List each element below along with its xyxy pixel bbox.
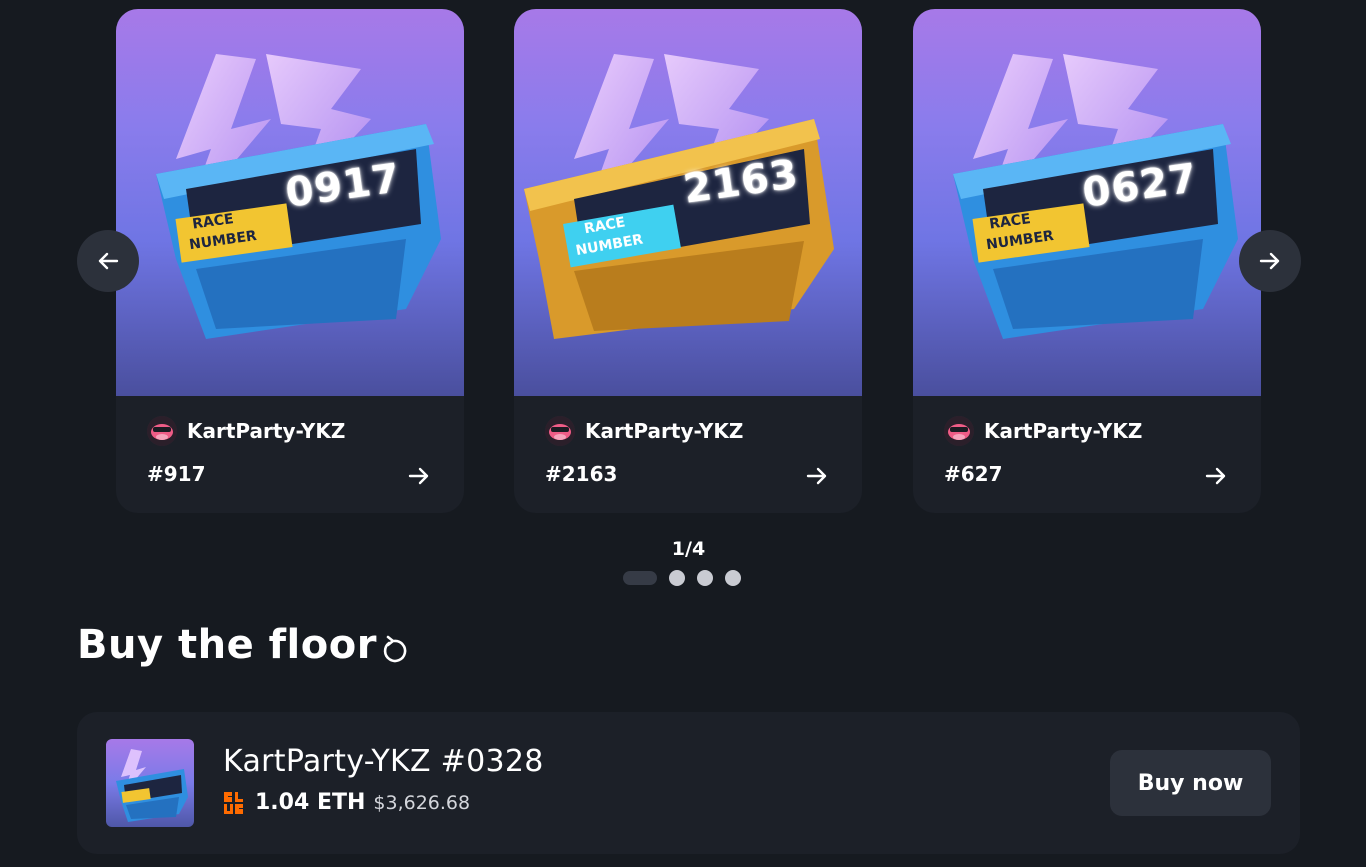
arrow-left-icon: [98, 252, 119, 270]
yakuza-logo-thumbnail: [116, 749, 188, 822]
section-title: Buy the floor: [77, 622, 377, 668]
card-footer: KartParty-YKZ #627: [913, 396, 1261, 513]
page: RACE NUMBER 0917 KartParty-YKZ #917 RACE…: [0, 0, 1366, 867]
blur-logo-icon: [224, 791, 243, 814]
price-row: 1.04 ETH $3,626.68: [223, 790, 470, 815]
nft-card[interactable]: RACE NUMBER 2163 KartParty-YKZ #2163: [514, 9, 862, 513]
token-id: #2163: [545, 462, 618, 486]
card-footer: KartParty-YKZ #917: [116, 396, 464, 513]
monkey-avatar-icon: [147, 416, 177, 446]
carousel-dot[interactable]: [697, 570, 713, 586]
carousel-page-indicator: 1/4: [671, 538, 706, 560]
token-id: #917: [147, 462, 206, 486]
collection-avatar: [545, 416, 575, 446]
collection-name: KartParty-YKZ: [187, 419, 346, 443]
collection-row: KartParty-YKZ: [545, 416, 743, 446]
monkey-avatar-icon: [545, 416, 575, 446]
nft-artwork: RACE NUMBER 0917: [116, 9, 464, 396]
refresh-icon[interactable]: [377, 634, 411, 668]
carousel-prev-button[interactable]: [77, 230, 139, 292]
token-id: #627: [944, 462, 1003, 486]
collection-avatar: [147, 416, 177, 446]
price-eth: 1.04 ETH: [255, 790, 366, 815]
nft-artwork: RACE NUMBER 0627: [913, 9, 1261, 396]
collection-name: KartParty-YKZ: [585, 419, 744, 443]
buy-now-button[interactable]: Buy now: [1110, 750, 1271, 816]
carousel-dot-active[interactable]: [623, 571, 657, 585]
nft-card[interactable]: RACE NUMBER 0917 KartParty-YKZ #917: [116, 9, 464, 513]
collection-row: KartParty-YKZ: [147, 416, 345, 446]
nft-thumbnail[interactable]: [106, 739, 194, 827]
carousel-next-button[interactable]: [1239, 230, 1301, 292]
arrow-right-icon[interactable]: [1204, 464, 1228, 488]
nft-artwork: RACE NUMBER 2163: [514, 9, 862, 396]
monkey-avatar-icon: [944, 416, 974, 446]
carousel-dot[interactable]: [725, 570, 741, 586]
collection-name: KartParty-YKZ: [984, 419, 1143, 443]
collection-avatar: [944, 416, 974, 446]
collection-row: KartParty-YKZ: [944, 416, 1142, 446]
nft-card[interactable]: RACE NUMBER 0627 KartParty-YKZ #627: [913, 9, 1261, 513]
price-usd: $3,626.68: [373, 792, 471, 814]
arrow-right-icon: [1259, 252, 1280, 270]
arrow-right-icon[interactable]: [407, 464, 431, 488]
carousel-dot[interactable]: [669, 570, 685, 586]
floor-listing-row: KartParty-YKZ #0328 1.04 ETH $3,626.68 B…: [77, 712, 1300, 854]
arrow-right-icon[interactable]: [805, 464, 829, 488]
floor-item-name: KartParty-YKZ #0328: [223, 744, 544, 779]
card-footer: KartParty-YKZ #2163: [514, 396, 862, 513]
carousel-dots: [623, 570, 741, 586]
